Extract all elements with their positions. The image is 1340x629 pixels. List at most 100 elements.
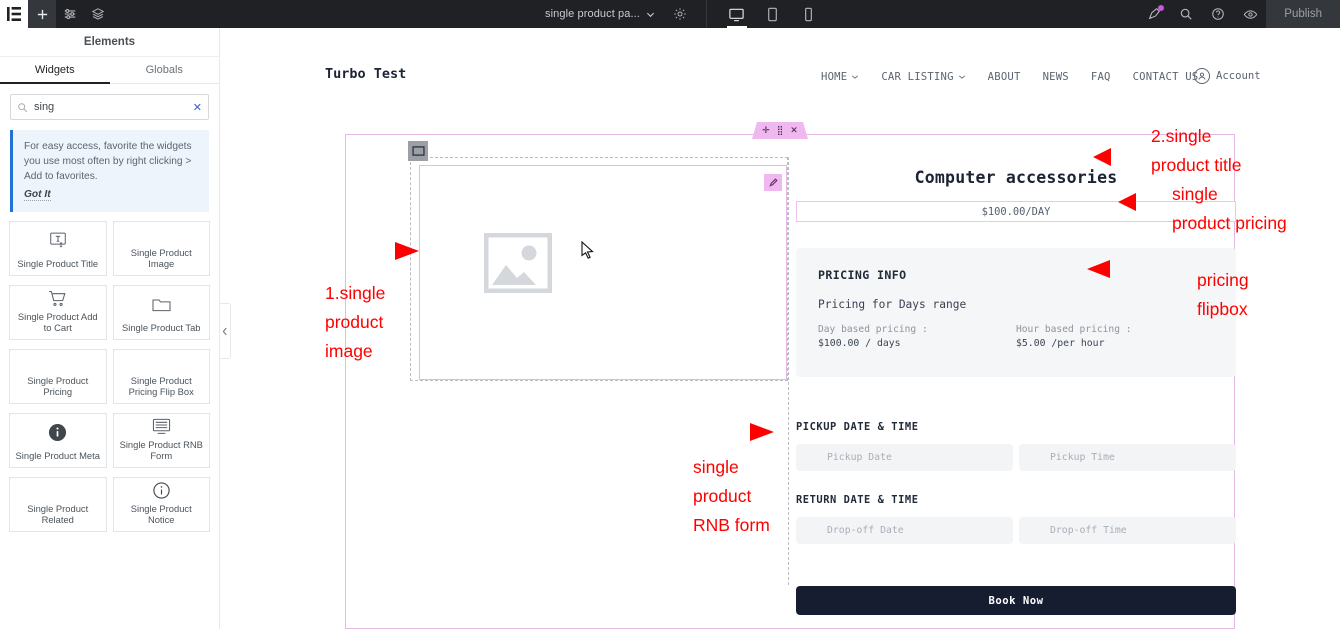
help-icon[interactable] [1202,0,1234,28]
nav-label: CAR LISTING [881,71,953,83]
widget-single-product-pricing[interactable]: Single Product Pricing [9,349,107,404]
widget-single-product-meta[interactable]: Single Product Meta [9,413,107,468]
notice-text: For easy access, favorite the widgets yo… [24,139,199,184]
search-box[interactable]: ✕ [10,94,209,120]
dropoff-date-input[interactable]: Drop-off Date [796,517,1013,544]
search-icon[interactable] [1170,0,1202,28]
image-column[interactable] [410,157,788,381]
account-link[interactable]: Account [1194,68,1261,84]
pickup-date-input[interactable]: Pickup Date [796,444,1013,471]
pickup-section: PICKUP DATE & TIME Pickup Date Pickup Ti… [796,421,1236,471]
search-section: ✕ [0,84,219,120]
flipbox-value: $5.00 /per hour [1016,337,1214,351]
panel-tabs: Widgets Globals [0,57,219,84]
single-product-title: Computer accessories [796,140,1236,187]
widget-label: Single Product Meta [13,450,103,461]
nav-label: CONTACT US [1133,71,1199,83]
nav-item-about[interactable]: ABOUT [988,71,1021,83]
single-product-pricing: $100.00/DAY [796,201,1236,222]
nav-item-news[interactable]: NEWS [1043,71,1069,83]
widget-single-product-related[interactable]: Single Product Related [9,477,107,532]
widget-single-product-add-to-cart[interactable]: Single Product Add to Cart [9,285,107,340]
device-desktop-button[interactable] [719,0,755,28]
site-nav: HOME CAR LISTING ABOUT NEWS FAQ CONTACT … [821,71,1198,83]
plus-icon[interactable]: ✛ [762,126,770,135]
gear-icon[interactable] [666,0,694,28]
edit-widget-handle[interactable] [764,174,782,191]
flipbox-key: Day based pricing : [818,323,1016,337]
close-x-icon[interactable]: ✕ [193,101,202,114]
widget-label: Single Product Tab [119,322,204,333]
nav-item-contact-us[interactable]: CONTACT US [1133,71,1199,83]
topbar-left-group [0,0,112,28]
tab-widgets[interactable]: Widgets [0,57,110,83]
search-input[interactable] [28,101,193,113]
flipbox-columns: Day based pricing : $100.00 / days Hour … [818,323,1214,351]
widget-label: Single Product Related [10,503,106,525]
flipbox-heading: PRICING INFO [818,268,1214,282]
pickup-row: Pickup Date Pickup Time [796,444,1236,471]
notice-got-it-link[interactable]: Got It [24,189,51,201]
add-element-button[interactable] [28,0,56,28]
widget-single-product-image[interactable]: Single Product Image [113,221,211,276]
elementor-logo-icon[interactable] [0,0,28,28]
chevron-down-icon[interactable] [644,0,658,28]
info-outline-icon [152,478,171,503]
book-now-button[interactable]: Book Now [796,586,1236,615]
preview-eye-icon[interactable] [1234,0,1266,28]
tab-globals[interactable]: Globals [110,57,220,83]
return-section: RETURN DATE & TIME Drop-off Date Drop-of… [796,494,1236,544]
widget-label: Single Product Notice [114,503,210,525]
dropoff-time-input[interactable]: Drop-off Time [1019,517,1236,544]
notes-icon[interactable] [1138,0,1170,28]
account-label: Account [1216,70,1261,82]
widget-handle-button[interactable] [408,141,428,161]
layers-icon[interactable] [84,0,112,28]
nav-item-faq[interactable]: FAQ [1091,71,1111,83]
editor-topbar: single product pa... [0,0,1340,28]
widget-single-product-title[interactable]: Single Product Title [9,221,107,276]
drag-dots-icon[interactable]: ⣿ [777,126,784,135]
page-settings-button[interactable] [56,0,84,28]
close-x-icon[interactable]: ✕ [790,126,798,135]
widget-grid: Single Product Title Single Product Imag… [9,221,210,532]
document-name[interactable]: single product pa... [545,8,644,20]
return-label: RETURN DATE & TIME [796,494,1236,506]
elementor-editor: single product pa... [0,0,1340,629]
product-column: Computer accessories $100.00/DAY PRICING… [796,140,1236,615]
pricing-flip-box[interactable]: PRICING INFO Pricing for Days range Day … [796,248,1236,377]
flipbox-key: Hour based pricing : [1016,323,1214,337]
widget-label: Single Product Add to Cart [10,311,106,333]
panel-collapse-toggle[interactable] [220,303,231,359]
device-tablet-button[interactable] [755,0,791,28]
nav-label: FAQ [1091,71,1111,83]
site-logo-text[interactable]: Turbo Test [325,65,406,84]
user-circle-icon [1194,68,1210,84]
chevron-down-icon [851,73,859,81]
widget-label: Single Product Image [114,247,210,269]
device-mode-switcher [719,0,827,28]
widget-label: Single Product Pricing [10,375,106,397]
column-divider [788,157,789,585]
nav-item-car-listing[interactable]: CAR LISTING [881,71,965,83]
nav-label: ABOUT [988,71,1021,83]
image-widget-outline [419,165,787,380]
pickup-time-input[interactable]: Pickup Time [1019,444,1236,471]
mouse-pointer-icon [581,241,594,264]
widget-single-product-pricing-flip-box[interactable]: Single Product Pricing Flip Box [113,349,211,404]
info-filled-icon [48,414,67,450]
widget-single-product-tab[interactable]: Single Product Tab [113,285,211,340]
device-mobile-button[interactable] [791,0,827,28]
flipbox-column-day: Day based pricing : $100.00 / days [818,323,1016,351]
chevron-down-icon [958,73,966,81]
widget-label: Single Product Pricing Flip Box [114,375,210,397]
topbar-center-group: single product pa... [545,0,827,28]
widget-single-product-rnb-form[interactable]: Single Product RNB Form [113,413,211,468]
elements-panel: Elements Widgets Globals ✕ For easy acce… [0,28,220,629]
nav-item-home[interactable]: HOME [821,71,859,83]
publish-button[interactable]: Publish [1266,0,1340,28]
widget-label: Single Product RNB Form [114,439,210,461]
text-cursor-box-icon [48,222,68,258]
widget-single-product-notice[interactable]: Single Product Notice [113,477,211,532]
editor-canvas: Turbo Test HOME CAR LISTING ABOUT NEWS F… [221,28,1340,629]
